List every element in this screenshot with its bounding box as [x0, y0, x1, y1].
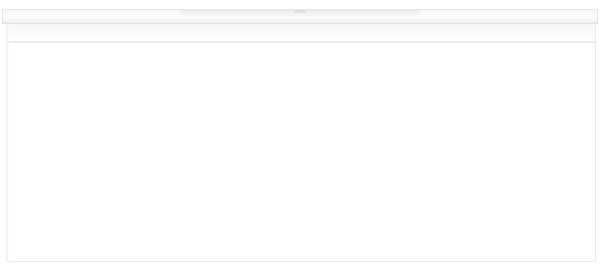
cabinet-left-edge	[6, 24, 9, 262]
vanity-unit-image	[0, 0, 600, 266]
handle-groove	[6, 41, 596, 43]
cabinet-top-lip	[6, 24, 596, 42]
drain-icon	[294, 10, 306, 13]
drawer-front	[6, 42, 596, 262]
